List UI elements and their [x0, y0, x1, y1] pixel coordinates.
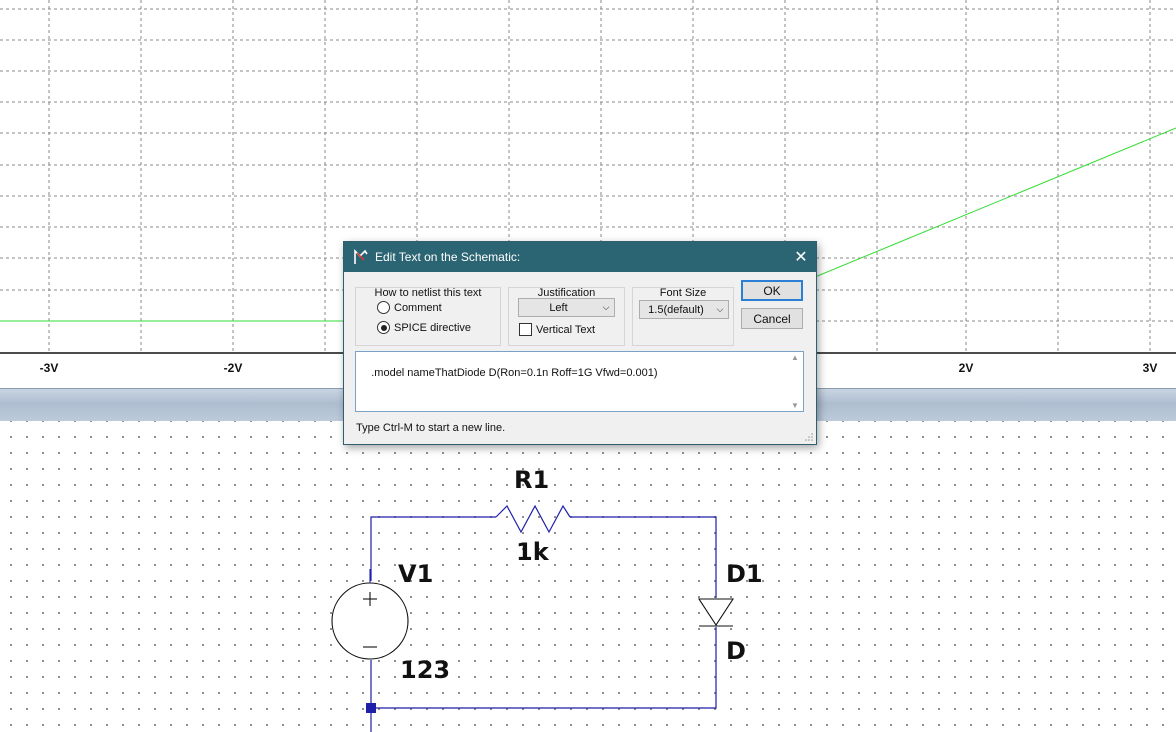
justification-select[interactable]: Left ⌵: [518, 298, 615, 317]
resistor-name-label[interactable]: R1: [514, 466, 549, 494]
justification-value: Left: [549, 301, 568, 314]
comment-radio[interactable]: Comment: [377, 301, 442, 314]
ltspice-app-icon: [354, 249, 368, 264]
netlist-group: How to netlist this text: [355, 287, 501, 346]
directive-text-input[interactable]: .model nameThatDiode D(Ron=0.1n Roff=1G …: [355, 351, 804, 412]
schematic-canvas[interactable]: R1 1k V1 123 D1 D: [0, 421, 1176, 732]
font-size-group-label: Font Size: [659, 287, 707, 299]
axis-label-neg2v: -2V: [223, 361, 243, 375]
axis-label-2v: 2V: [958, 361, 974, 375]
resistor-value-label[interactable]: 1k: [516, 538, 549, 566]
wire-top-left: [370, 516, 496, 581]
dialog-titlebar[interactable]: Edit Text on the Schematic: ✕: [344, 242, 816, 272]
comment-radio-label: Comment: [394, 301, 442, 314]
hint-text: Type Ctrl-M to start a new line.: [356, 422, 506, 434]
spice-directive-radio-label: SPICE directive: [394, 321, 472, 334]
scroll-down-icon[interactable]: ▼: [791, 401, 799, 410]
source-value-label[interactable]: 123: [400, 656, 450, 684]
vertical-text-checkbox[interactable]: Vertical Text: [519, 323, 595, 336]
spice-directive-radio-button[interactable]: [377, 321, 390, 334]
directive-text-value: .model nameThatDiode D(Ron=0.1n Roff=1G …: [371, 367, 658, 379]
axis-label-neg3v: -3V: [39, 361, 59, 375]
diode-model-label[interactable]: D: [726, 637, 746, 665]
schematic-drawing: [331, 504, 735, 732]
source-name-label[interactable]: V1: [398, 560, 433, 588]
resize-grip-icon[interactable]: [805, 433, 813, 441]
ok-button[interactable]: OK: [741, 280, 803, 301]
resistor-r1-symbol: [495, 504, 571, 534]
dialog-title: Edit Text on the Schematic:: [375, 250, 521, 264]
comment-radio-button[interactable]: [377, 301, 390, 314]
voltage-source-v1: [331, 569, 409, 660]
diode-d1-symbol: [697, 598, 735, 627]
ground-node: [366, 703, 376, 713]
close-icon[interactable]: ✕: [786, 242, 816, 272]
netlist-group-label: How to netlist this text: [374, 287, 482, 299]
edit-text-dialog: Edit Text on the Schematic: ✕ How to net…: [343, 241, 817, 445]
cancel-button[interactable]: Cancel: [741, 308, 803, 329]
chevron-down-icon: ⌵: [716, 304, 724, 314]
axis-label-3v: 3V: [1142, 361, 1158, 375]
spice-directive-radio[interactable]: SPICE directive: [377, 321, 471, 334]
font-size-value: 1.5(default): [648, 303, 704, 316]
textarea-scrollbar[interactable]: ▲ ▼: [788, 353, 802, 410]
vertical-text-label: Vertical Text: [536, 323, 596, 336]
scroll-up-icon[interactable]: ▲: [791, 353, 799, 362]
font-size-select[interactable]: 1.5(default) ⌵: [639, 300, 729, 319]
diode-name-label[interactable]: D1: [726, 560, 763, 588]
chevron-down-icon: ⌵: [602, 302, 610, 312]
vertical-text-check-box[interactable]: [519, 323, 532, 336]
wire-top-right: [570, 516, 717, 598]
